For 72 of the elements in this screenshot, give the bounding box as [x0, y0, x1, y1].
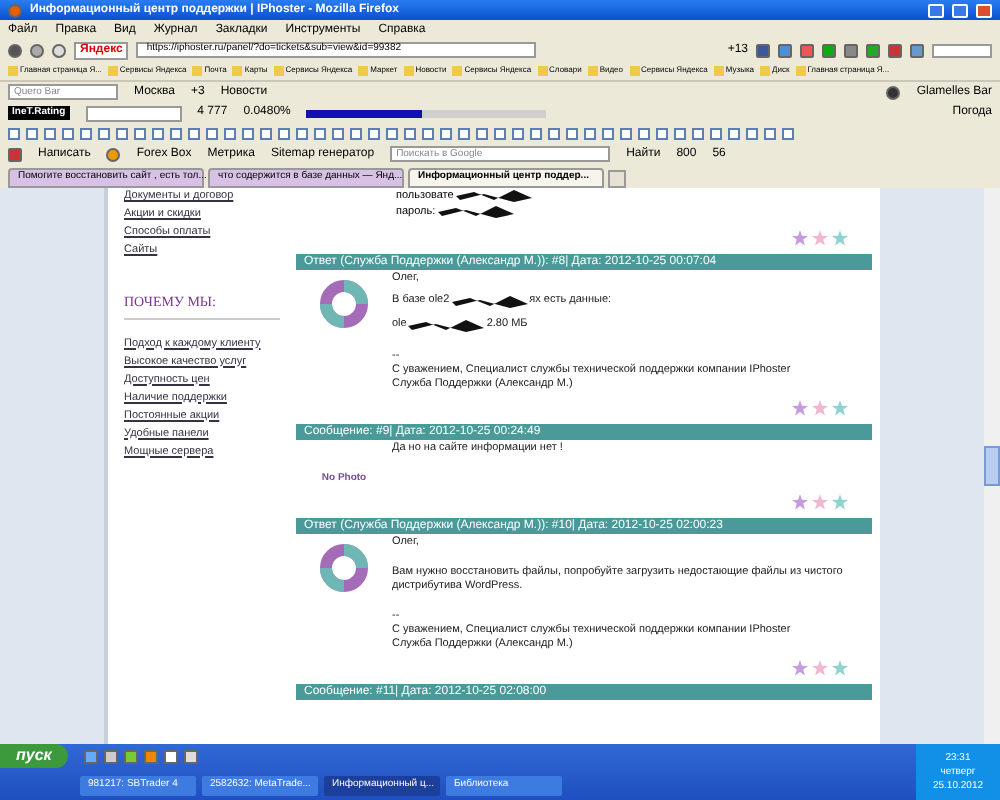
- toolbar-square-icon[interactable]: [440, 128, 452, 140]
- toolbar-square-icon[interactable]: [116, 128, 128, 140]
- toolbar-square-icon[interactable]: [350, 128, 362, 140]
- star-icon: [812, 229, 828, 245]
- star-icon: [792, 660, 808, 676]
- star-icon: [812, 660, 828, 676]
- toolbar-square-icon[interactable]: [422, 128, 434, 140]
- ring-avatar-icon: [318, 542, 370, 594]
- toolbar-square-icon[interactable]: [206, 128, 218, 140]
- toolbar-square-icon[interactable]: [260, 128, 272, 140]
- dropdown-button[interactable]: [932, 43, 992, 57]
- star-icon: [832, 660, 848, 676]
- toolbar-icon[interactable]: [106, 147, 121, 161]
- minimize-button[interactable]: [928, 3, 944, 17]
- star-icon: [832, 229, 848, 245]
- toolbar-square-icon[interactable]: [548, 128, 560, 140]
- toolbar-square-icon[interactable]: [170, 128, 182, 140]
- toolbar-icon[interactable]: [8, 147, 22, 161]
- star-icon: [832, 494, 848, 510]
- toolbar-square-icon[interactable]: [638, 128, 650, 140]
- toolbar-square-icon[interactable]: [152, 128, 164, 140]
- star-icon: [812, 399, 828, 415]
- toolbar-square-icon[interactable]: [188, 128, 200, 140]
- redaction-scribble: [435, 204, 516, 221]
- toolbar-square-icon[interactable]: [314, 128, 326, 140]
- toolbar-square-icon[interactable]: [296, 128, 308, 140]
- toolbar-square-icon[interactable]: [602, 128, 614, 140]
- redaction-scribble: [406, 317, 487, 333]
- toolbar-square-icon[interactable]: [566, 128, 578, 140]
- toolbar-square-icon[interactable]: [584, 128, 596, 140]
- toolbar-square-icon[interactable]: [710, 128, 722, 140]
- toolbar-square-icon[interactable]: [8, 128, 20, 140]
- toolbar-square-icon[interactable]: [62, 128, 74, 140]
- star-icon: [832, 399, 848, 415]
- maximize-button[interactable]: [952, 3, 968, 17]
- toolbar-square-icon[interactable]: [656, 128, 668, 140]
- toolbar-square-icon[interactable]: [332, 128, 344, 140]
- select-field[interactable]: [85, 105, 182, 121]
- toolbar-square-icon[interactable]: [242, 128, 254, 140]
- toolbar-square-icon[interactable]: [782, 128, 794, 140]
- toolbar-square-icon[interactable]: [404, 128, 416, 140]
- redaction-scribble: [449, 293, 530, 309]
- scrollbar[interactable]: [984, 188, 1000, 744]
- toolbar-square-icon[interactable]: [494, 128, 506, 140]
- toolbar-square-icon[interactable]: [386, 128, 398, 140]
- toolbar-square-icon[interactable]: [98, 128, 110, 140]
- toolbar-square-icon[interactable]: [764, 128, 776, 140]
- toolbar-square-icon[interactable]: [26, 128, 38, 140]
- toolbar-square-icon[interactable]: [746, 128, 758, 140]
- toolbar-square-icon[interactable]: [692, 128, 704, 140]
- close-button[interactable]: [976, 3, 992, 17]
- star-icon: [792, 494, 808, 510]
- toolbar-square-icon[interactable]: [134, 128, 146, 140]
- toolbar-square-icon[interactable]: [476, 128, 488, 140]
- new-tab-button[interactable]: [608, 170, 626, 188]
- redaction-scribble: [453, 188, 534, 205]
- toolbar-square-icon[interactable]: [224, 128, 236, 140]
- star-icon: [792, 399, 808, 415]
- toolbar-square-icon[interactable]: [728, 128, 740, 140]
- star-icon: [812, 494, 828, 510]
- toolbar-square-icon[interactable]: [620, 128, 632, 140]
- toolbar-square-icon[interactable]: [278, 128, 290, 140]
- toolbar-square-icon[interactable]: [530, 128, 542, 140]
- toolbar-square-icon[interactable]: [80, 128, 92, 140]
- start-button[interactable]: пуск: [0, 744, 68, 768]
- toolbar-square-icon[interactable]: [512, 128, 524, 140]
- star-icon: [792, 229, 808, 245]
- toolbar-square-icon[interactable]: [368, 128, 380, 140]
- toolbar-square-icon[interactable]: [458, 128, 470, 140]
- ring-avatar-icon: [318, 277, 370, 329]
- toolbar-square-icon[interactable]: [44, 128, 56, 140]
- toolbar-square-icon[interactable]: [674, 128, 686, 140]
